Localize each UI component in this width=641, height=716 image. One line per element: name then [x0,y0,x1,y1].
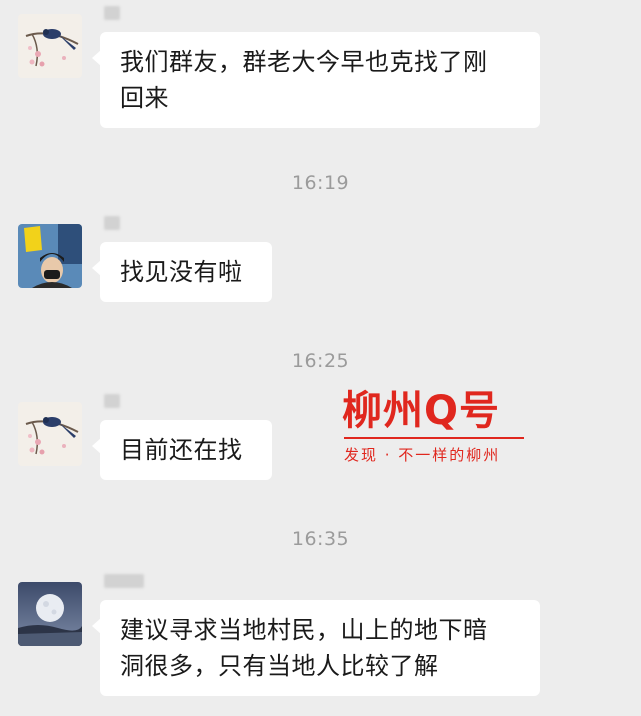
message-text: 回来 [120,84,169,112]
timestamp: 16:35 [291,528,350,550]
bird-painting-icon [18,14,82,78]
message-text: 建议寻求当地村民，山上的地下暗 [120,616,488,644]
message-text: 找见没有啦 [120,258,243,286]
message-bubble[interactable]: 建议寻求当地村民，山上的地下暗 洞很多，只有当地人比较了解 [92,600,540,696]
avatar[interactable] [18,582,82,646]
avatar[interactable] [18,14,82,78]
message-bubble[interactable]: 目前还在找 [92,420,272,480]
sender-name-blurred [104,394,120,408]
watermark-divider [344,437,524,439]
sender-name-blurred [104,216,120,230]
watermark-title: 柳州Q号 [342,388,501,434]
person-photo-icon [18,224,82,288]
avatar[interactable] [18,224,82,288]
avatar[interactable] [18,402,82,466]
watermark-subtitle: 发现 · 不一样的柳州 [344,446,501,464]
moon-landscape-icon [18,582,82,646]
timestamp: 16:19 [291,172,350,194]
watermark-logo: 柳州Q号 发现 · 不一样的柳州 [342,387,532,467]
message-text: 我们群友，群老大今早也克找了刚 [120,48,488,76]
message-text: 目前还在找 [120,436,243,464]
bird-painting-icon [18,402,82,466]
message-bubble[interactable]: 我们群友，群老大今早也克找了刚 回来 [92,32,540,128]
chat-window: 我们群友，群老大今早也克找了刚 回来 16:19 找见没有啦 16:25 目前还… [0,0,641,716]
sender-name-blurred [104,574,144,588]
sender-name-blurred [104,6,120,20]
message-text: 洞很多，只有当地人比较了解 [120,652,439,680]
timestamp: 16:25 [291,350,350,372]
message-bubble[interactable]: 找见没有啦 [92,242,272,302]
